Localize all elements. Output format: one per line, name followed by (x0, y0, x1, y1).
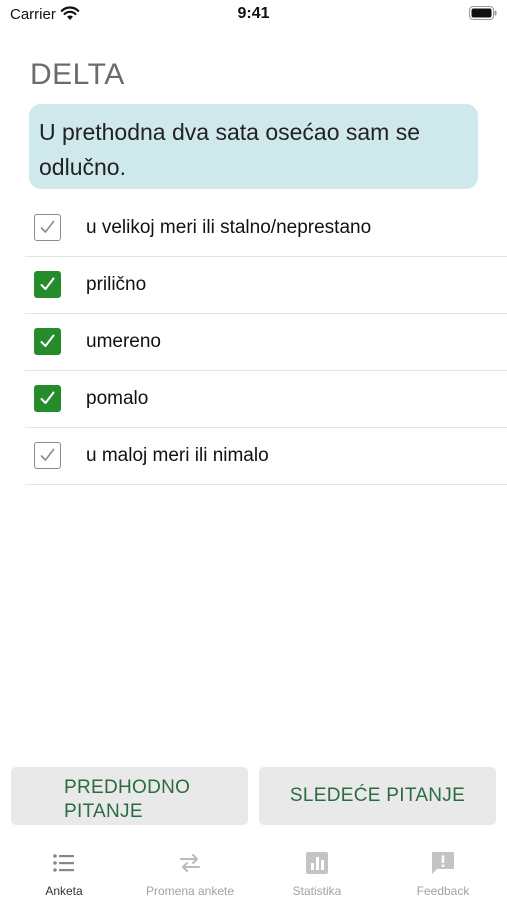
previous-question-label-line1: PREDHODNO (64, 777, 191, 798)
battery-icon (469, 6, 497, 25)
tab-label: Promena ankete (145, 884, 235, 898)
answer-option[interactable]: pomalo (25, 371, 507, 428)
previous-question-label-line2: PITANJE (64, 801, 143, 822)
status-time: 9:41 (237, 5, 270, 22)
answer-options-list: u velikoj meri ili stalno/neprestano pri… (25, 200, 507, 485)
status-bar: Carrier 9:41 (0, 0, 507, 30)
answer-option-label: umereno (86, 331, 161, 352)
tab-label: Statistika (292, 884, 342, 898)
answer-option-label: u velikoj meri ili stalno/neprestano (86, 217, 372, 238)
tab-promena-ankete[interactable]: Promena ankete (127, 840, 253, 900)
answer-option-label: pomalo (86, 388, 149, 409)
answer-option[interactable]: prilično (25, 257, 507, 314)
bar-chart-icon (304, 850, 330, 876)
checkbox-checked[interactable] (34, 385, 61, 412)
question-text: U prethodna dva sata osećao sam se odluč… (39, 119, 421, 180)
checkbox-unchecked[interactable] (34, 442, 61, 469)
answer-option[interactable]: u maloj meri ili nimalo (25, 428, 507, 485)
answer-option-label: prilično (86, 274, 147, 295)
tab-label: Feedback (416, 884, 470, 898)
answer-option-label: u maloj meri ili nimalo (86, 445, 269, 466)
next-question-button[interactable]: SLEDEĆE PITANJE (259, 767, 496, 825)
tab-anketa[interactable]: Anketa (1, 840, 127, 900)
survey-title: DELTA (30, 58, 125, 91)
swap-arrows-icon (177, 850, 203, 876)
tab-statistika[interactable]: Statistika (254, 840, 380, 900)
tab-feedback[interactable]: Feedback (380, 840, 506, 900)
feedback-icon (430, 850, 456, 876)
checkbox-checked[interactable] (34, 271, 61, 298)
answer-option[interactable]: u velikoj meri ili stalno/neprestano (25, 200, 507, 257)
next-question-label: SLEDEĆE PITANJE (289, 785, 466, 806)
checkbox-checked[interactable] (34, 328, 61, 355)
previous-question-button[interactable]: PREDHODNO PITANJE (11, 767, 248, 825)
checkbox-unchecked[interactable] (34, 214, 61, 241)
list-icon (51, 850, 77, 876)
question-card: U prethodna dva sata osećao sam se odluč… (29, 104, 478, 189)
answer-option[interactable]: umereno (25, 314, 507, 371)
tab-label: Anketa (45, 884, 83, 898)
tab-bar: Anketa Promena ankete Statistika Feedbac… (0, 840, 507, 900)
